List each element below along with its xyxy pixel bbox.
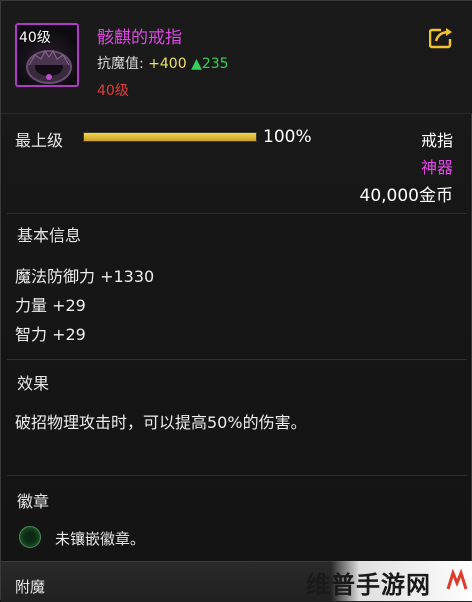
share-icon [428, 25, 455, 49]
grade-label: 最上级 [15, 131, 64, 150]
effect-title: 效果 [17, 374, 50, 393]
grade-progress-fill [84, 133, 256, 141]
basic-info-title: 基本信息 [17, 226, 82, 245]
stat-label: 抗魔值: [97, 56, 144, 72]
item-level-badge: 40级 [19, 30, 51, 46]
item-type: 戒指 [420, 131, 453, 150]
stat-value: +400 [148, 56, 187, 72]
level-requirement: 40级 [97, 83, 129, 99]
watermark-logo-icon [446, 569, 468, 590]
item-header: 40级 骸麒的戒指 抗魔值: +400 ▲235 40级 [1, 1, 472, 114]
basic-info-line: 力量 +29 [15, 296, 86, 315]
item-tooltip-panel: 40级 骸麒的戒指 抗魔值: +400 ▲235 40级 最上级 100% 戒指… [0, 0, 472, 602]
basic-info-line: 智力 +29 [15, 325, 86, 344]
ring-icon [26, 50, 72, 84]
watermark-text: 维普手游网 [306, 571, 431, 599]
divider [7, 359, 467, 360]
share-button[interactable] [428, 25, 455, 49]
enchant-title: 附魔 [15, 578, 46, 596]
grade-progress-bar [83, 132, 257, 142]
stat-increase: ▲235 [191, 56, 229, 72]
emblem-socket[interactable] [19, 526, 41, 548]
effect-text: 破招物理攻击时，可以提高50%的伤害。 [15, 413, 307, 432]
divider [7, 213, 467, 214]
grade-percent: 100% [263, 127, 312, 147]
item-rarity: 神器 [420, 158, 453, 177]
emblem-empty-text: 未镶嵌徽章。 [55, 530, 146, 548]
item-name: 骸麒的戒指 [97, 28, 182, 48]
item-main-stat: 抗魔值: +400 ▲235 [97, 53, 229, 73]
item-slot[interactable]: 40级 [15, 23, 79, 87]
emblem-title: 徽章 [17, 492, 50, 511]
divider [7, 475, 467, 476]
basic-info-line: 魔法防御力 +1330 [15, 267, 155, 286]
item-price: 40,000金币 [359, 186, 453, 206]
